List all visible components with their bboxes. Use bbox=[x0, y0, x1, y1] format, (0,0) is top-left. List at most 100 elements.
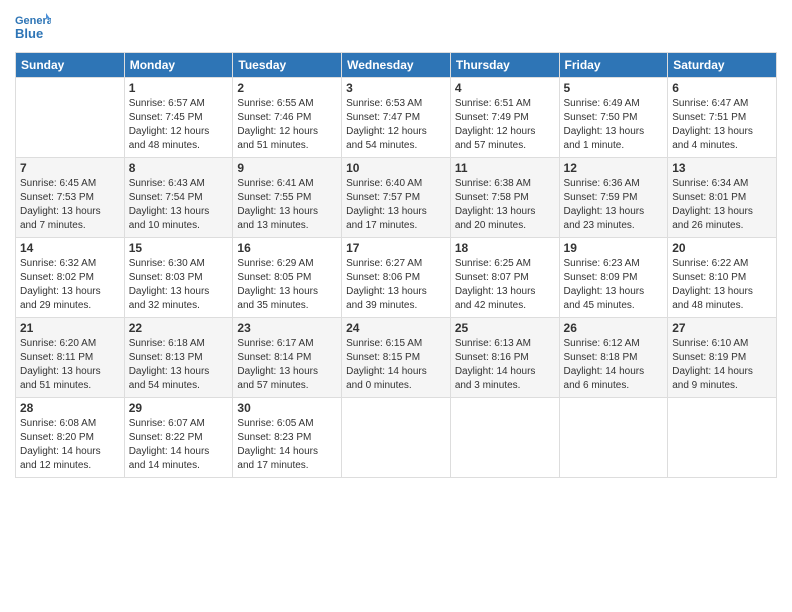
calendar-cell: 28 Sunrise: 6:08 AMSunset: 8:20 PMDayligh… bbox=[16, 398, 125, 478]
day-number: 23 bbox=[237, 321, 337, 335]
calendar-cell: 13 Sunrise: 6:34 AMSunset: 8:01 PMDayligh… bbox=[668, 158, 777, 238]
calendar-cell bbox=[668, 398, 777, 478]
day-number: 25 bbox=[455, 321, 555, 335]
day-info: Sunrise: 6:13 AMSunset: 8:16 PMDaylight:… bbox=[455, 337, 555, 393]
day-info: Sunrise: 6:29 AMSunset: 8:05 PMDaylight:… bbox=[237, 257, 337, 313]
day-number: 21 bbox=[20, 321, 120, 335]
calendar-cell: 27Sunrise: 6:10 AMSunset: 8:19 PMDayligh… bbox=[668, 318, 777, 398]
day-number: 27 bbox=[672, 321, 772, 335]
calendar-week-row: 7 Sunrise: 6:45 AMSunset: 7:53 PMDaylight… bbox=[16, 158, 777, 238]
calendar-table: SundayMondayTuesdayWednesdayThursdayFrid… bbox=[15, 52, 777, 478]
day-info: Sunrise: 6:40 AMSunset: 7:57 PMDaylight:… bbox=[346, 177, 446, 233]
calendar-body: 1 Sunrise: 6:57 AMSunset: 7:45 PMDaylight… bbox=[16, 78, 777, 478]
calendar-cell: 17 Sunrise: 6:27 AMSunset: 8:06 PMDayligh… bbox=[342, 238, 451, 318]
day-number: 7 bbox=[20, 161, 120, 175]
calendar-cell: 2 Sunrise: 6:55 AMSunset: 7:46 PMDaylight… bbox=[233, 78, 342, 158]
calendar-cell: 1 Sunrise: 6:57 AMSunset: 7:45 PMDaylight… bbox=[124, 78, 233, 158]
day-info: Sunrise: 6:41 AMSunset: 7:55 PMDaylight:… bbox=[237, 177, 337, 233]
day-number: 4 bbox=[455, 81, 555, 95]
calendar-cell: 21 Sunrise: 6:20 AMSunset: 8:11 PMDayligh… bbox=[16, 318, 125, 398]
calendar-cell: 15 Sunrise: 6:30 AMSunset: 8:03 PMDayligh… bbox=[124, 238, 233, 318]
day-info: Sunrise: 6:23 AMSunset: 8:09 PMDaylight:… bbox=[564, 257, 664, 313]
calendar-cell bbox=[16, 78, 125, 158]
day-info: Sunrise: 6:45 AMSunset: 7:53 PMDaylight:… bbox=[20, 177, 120, 233]
day-number: 15 bbox=[129, 241, 229, 255]
day-number: 1 bbox=[129, 81, 229, 95]
day-number: 18 bbox=[455, 241, 555, 255]
day-header: Thursday bbox=[450, 53, 559, 78]
day-number: 6 bbox=[672, 81, 772, 95]
day-number: 22 bbox=[129, 321, 229, 335]
day-number: 11 bbox=[455, 161, 555, 175]
day-number: 5 bbox=[564, 81, 664, 95]
day-number: 9 bbox=[237, 161, 337, 175]
day-number: 26 bbox=[564, 321, 664, 335]
day-info: Sunrise: 6:07 AMSunset: 8:22 PMDaylight:… bbox=[129, 417, 229, 473]
calendar-cell: 18Sunrise: 6:25 AMSunset: 8:07 PMDayligh… bbox=[450, 238, 559, 318]
calendar-cell: 20 Sunrise: 6:22 AMSunset: 8:10 PMDayligh… bbox=[668, 238, 777, 318]
logo-graphic: General Blue bbox=[15, 10, 51, 46]
day-info: Sunrise: 6:43 AMSunset: 7:54 PMDaylight:… bbox=[129, 177, 229, 233]
calendar-cell: 25 Sunrise: 6:13 AMSunset: 8:16 PMDayligh… bbox=[450, 318, 559, 398]
day-info: Sunrise: 6:38 AMSunset: 7:58 PMDaylight:… bbox=[455, 177, 555, 233]
calendar-cell: 9 Sunrise: 6:41 AMSunset: 7:55 PMDaylight… bbox=[233, 158, 342, 238]
day-number: 13 bbox=[672, 161, 772, 175]
day-info: Sunrise: 6:34 AMSunset: 8:01 PMDaylight:… bbox=[672, 177, 772, 233]
day-info: Sunrise: 6:08 AMSunset: 8:20 PMDaylight:… bbox=[20, 417, 120, 473]
day-number: 29 bbox=[129, 401, 229, 415]
calendar-week-row: 1 Sunrise: 6:57 AMSunset: 7:45 PMDaylight… bbox=[16, 78, 777, 158]
calendar-cell: 4 Sunrise: 6:51 AMSunset: 7:49 PMDaylight… bbox=[450, 78, 559, 158]
calendar-header-row: SundayMondayTuesdayWednesdayThursdayFrid… bbox=[16, 53, 777, 78]
day-info: Sunrise: 6:47 AMSunset: 7:51 PMDaylight:… bbox=[672, 97, 772, 153]
day-number: 20 bbox=[672, 241, 772, 255]
day-info: Sunrise: 6:27 AMSunset: 8:06 PMDaylight:… bbox=[346, 257, 446, 313]
calendar-cell: 16 Sunrise: 6:29 AMSunset: 8:05 PMDayligh… bbox=[233, 238, 342, 318]
day-number: 2 bbox=[237, 81, 337, 95]
calendar-cell: 23 Sunrise: 6:17 AMSunset: 8:14 PMDayligh… bbox=[233, 318, 342, 398]
day-number: 28 bbox=[20, 401, 120, 415]
day-number: 16 bbox=[237, 241, 337, 255]
calendar-cell: 11 Sunrise: 6:38 AMSunset: 7:58 PMDayligh… bbox=[450, 158, 559, 238]
calendar-cell: 7 Sunrise: 6:45 AMSunset: 7:53 PMDaylight… bbox=[16, 158, 125, 238]
day-header: Friday bbox=[559, 53, 668, 78]
day-header: Tuesday bbox=[233, 53, 342, 78]
day-number: 19 bbox=[564, 241, 664, 255]
svg-text:Blue: Blue bbox=[15, 26, 43, 41]
calendar-cell bbox=[559, 398, 668, 478]
calendar-cell: 6 Sunrise: 6:47 AMSunset: 7:51 PMDaylight… bbox=[668, 78, 777, 158]
calendar-cell: 24Sunrise: 6:15 AMSunset: 8:15 PMDayligh… bbox=[342, 318, 451, 398]
day-header: Sunday bbox=[16, 53, 125, 78]
day-header: Wednesday bbox=[342, 53, 451, 78]
day-info: Sunrise: 6:18 AMSunset: 8:13 PMDaylight:… bbox=[129, 337, 229, 393]
day-info: Sunrise: 6:32 AMSunset: 8:02 PMDaylight:… bbox=[20, 257, 120, 313]
day-header: Saturday bbox=[668, 53, 777, 78]
calendar-cell bbox=[450, 398, 559, 478]
page-container: General Blue SundayMondayTuesdayWednesda… bbox=[0, 0, 792, 488]
day-info: Sunrise: 6:51 AMSunset: 7:49 PMDaylight:… bbox=[455, 97, 555, 153]
day-info: Sunrise: 6:57 AMSunset: 7:45 PMDaylight:… bbox=[129, 97, 229, 153]
day-info: Sunrise: 6:17 AMSunset: 8:14 PMDaylight:… bbox=[237, 337, 337, 393]
calendar-cell: 10 Sunrise: 6:40 AMSunset: 7:57 PMDayligh… bbox=[342, 158, 451, 238]
day-header: Monday bbox=[124, 53, 233, 78]
day-info: Sunrise: 6:20 AMSunset: 8:11 PMDaylight:… bbox=[20, 337, 120, 393]
calendar-cell bbox=[342, 398, 451, 478]
day-info: Sunrise: 6:22 AMSunset: 8:10 PMDaylight:… bbox=[672, 257, 772, 313]
calendar-week-row: 28 Sunrise: 6:08 AMSunset: 8:20 PMDayligh… bbox=[16, 398, 777, 478]
logo: General Blue bbox=[15, 10, 51, 46]
day-number: 10 bbox=[346, 161, 446, 175]
calendar-cell: 14 Sunrise: 6:32 AMSunset: 8:02 PMDayligh… bbox=[16, 238, 125, 318]
calendar-cell: 8 Sunrise: 6:43 AMSunset: 7:54 PMDaylight… bbox=[124, 158, 233, 238]
day-info: Sunrise: 6:55 AMSunset: 7:46 PMDaylight:… bbox=[237, 97, 337, 153]
day-info: Sunrise: 6:12 AMSunset: 8:18 PMDaylight:… bbox=[564, 337, 664, 393]
day-info: Sunrise: 6:30 AMSunset: 8:03 PMDaylight:… bbox=[129, 257, 229, 313]
day-number: 17 bbox=[346, 241, 446, 255]
calendar-cell: 5 Sunrise: 6:49 AMSunset: 7:50 PMDaylight… bbox=[559, 78, 668, 158]
day-info: Sunrise: 6:49 AMSunset: 7:50 PMDaylight:… bbox=[564, 97, 664, 153]
day-number: 3 bbox=[346, 81, 446, 95]
day-number: 8 bbox=[129, 161, 229, 175]
day-info: Sunrise: 6:53 AMSunset: 7:47 PMDaylight:… bbox=[346, 97, 446, 153]
calendar-cell: 3 Sunrise: 6:53 AMSunset: 7:47 PMDaylight… bbox=[342, 78, 451, 158]
day-number: 14 bbox=[20, 241, 120, 255]
calendar-cell: 22 Sunrise: 6:18 AMSunset: 8:13 PMDayligh… bbox=[124, 318, 233, 398]
calendar-week-row: 21 Sunrise: 6:20 AMSunset: 8:11 PMDayligh… bbox=[16, 318, 777, 398]
